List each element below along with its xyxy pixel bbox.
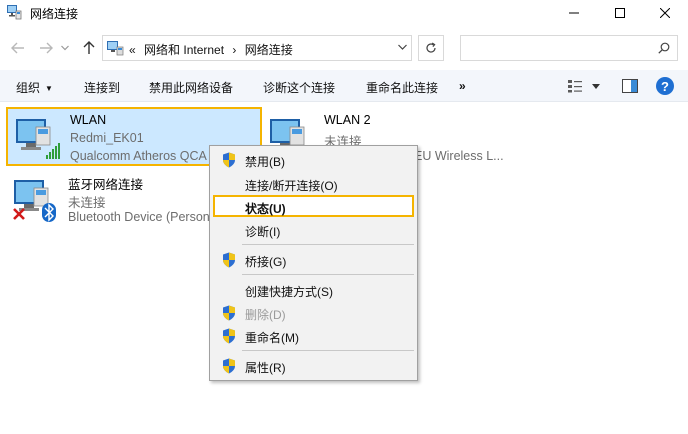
more-commands-button[interactable]: » <box>459 79 466 93</box>
menu-item-diagnose[interactable]: 诊断(I) <box>212 219 415 241</box>
menu-item-label: 重命名(M) <box>245 331 299 345</box>
maximize-icon <box>615 8 625 18</box>
arrow-up-icon <box>83 41 95 54</box>
connection-device: Qualcomm Atheros QCA <box>70 149 207 163</box>
breadcrumb-network-internet[interactable]: 网络和 Internet <box>144 43 224 57</box>
uac-shield-icon <box>223 358 235 374</box>
uac-shield-icon <box>223 152 235 168</box>
refresh-icon <box>426 42 436 53</box>
connect-to-button[interactable]: 连接到 <box>84 79 120 96</box>
menu-item-label: 禁用(B) <box>245 155 285 169</box>
bluetooth-adapter-icon <box>13 180 56 222</box>
menu-item-disable[interactable]: 禁用(B) <box>212 149 415 171</box>
connection-status: Redmi_EK01 <box>70 131 144 145</box>
menu-item-label: 连接/断开连接(O) <box>245 179 338 193</box>
breadcrumb: « 网络和 Internet › 网络连接 <box>129 41 298 58</box>
view-options-dropdown[interactable] <box>592 76 600 96</box>
close-icon <box>660 8 670 18</box>
recent-locations-button[interactable] <box>58 38 72 58</box>
help-button[interactable]: ? <box>656 77 674 95</box>
menu-item-label: 诊断(I) <box>245 225 281 239</box>
organize-menu[interactable]: 组织 ▼ <box>16 79 53 96</box>
control-panel-icon <box>107 41 124 56</box>
address-row: « 网络和 Internet › 网络连接 <box>0 30 688 66</box>
address-bar[interactable]: « 网络和 Internet › 网络连接 <box>102 35 412 61</box>
organize-label: 组织 <box>16 81 41 95</box>
connection-item-bluetooth[interactable]: 蓝牙网络连接 未连接 Bluetooth Device (Person <box>6 170 216 230</box>
arrow-right-icon <box>40 42 53 54</box>
menu-item-create-shortcut[interactable]: 创建快捷方式(S) <box>212 279 415 301</box>
uac-shield-icon <box>223 305 235 321</box>
breadcrumb-separator[interactable]: › <box>232 43 236 57</box>
connection-name: WLAN 2 <box>324 113 371 127</box>
details-view-icon <box>568 80 582 93</box>
connection-name: WLAN <box>70 113 107 127</box>
diagnose-button[interactable]: 诊断这个连接 <box>263 79 335 96</box>
connection-device: EU Wireless L... <box>414 149 504 163</box>
connection-status: 未连接 <box>68 196 106 210</box>
wifi-adapter-icon <box>16 119 60 159</box>
disable-device-button[interactable]: 禁用此网络设备 <box>149 79 233 96</box>
uac-shield-icon <box>223 252 235 268</box>
breadcrumb-network-connections[interactable]: 网络连接 <box>245 43 293 57</box>
menu-item-connect-disconnect[interactable]: 连接/断开连接(O) <box>212 173 415 195</box>
up-button[interactable] <box>79 38 99 58</box>
refresh-button[interactable] <box>418 35 444 61</box>
menu-item-label: 桥接(G) <box>245 255 287 269</box>
network-connections-icon <box>7 5 22 20</box>
chevron-down-icon[interactable] <box>398 44 407 50</box>
uac-shield-icon <box>223 328 235 344</box>
maximize-button[interactable] <box>597 0 643 26</box>
menu-item-label: 创建快捷方式(S) <box>245 285 333 299</box>
menu-item-label: 属性(R) <box>245 361 286 375</box>
title-bar: 网络连接 <box>0 0 688 26</box>
forward-button[interactable] <box>36 38 56 58</box>
back-button[interactable] <box>8 38 28 58</box>
menu-item-rename[interactable]: 重命名(M) <box>212 325 415 347</box>
window-title: 网络连接 <box>30 7 79 21</box>
minimize-icon <box>569 12 579 14</box>
preview-pane-button[interactable] <box>622 76 638 96</box>
menu-item-properties[interactable]: 属性(R) <box>212 355 415 377</box>
connection-device: Bluetooth Device (Person <box>68 210 210 224</box>
menu-separator <box>242 350 414 351</box>
context-menu: 禁用(B) 连接/断开连接(O) 状态(U) 诊断(I) 桥接(G) 创建快捷方… <box>209 145 418 381</box>
connection-name: 蓝牙网络连接 <box>68 178 144 192</box>
preview-pane-icon <box>622 79 638 93</box>
minimize-button[interactable] <box>551 0 597 26</box>
close-button[interactable] <box>642 0 688 26</box>
arrow-left-icon <box>11 42 24 54</box>
change-view-button[interactable] <box>567 76 583 96</box>
menu-item-label: 状态(U) <box>245 202 286 216</box>
search-icon <box>658 42 670 54</box>
menu-item-status[interactable]: 状态(U) <box>213 195 414 217</box>
chevron-down-icon <box>61 45 69 51</box>
rename-button[interactable]: 重命名此连接 <box>366 79 438 96</box>
caret-down-icon: ▼ <box>45 84 53 93</box>
caret-down-icon <box>592 83 600 89</box>
breadcrumb-overflow[interactable]: « <box>129 43 136 57</box>
menu-item-delete[interactable]: 删除(D) <box>212 302 415 324</box>
menu-separator <box>242 274 414 275</box>
command-bar: 组织 ▼ 连接到 禁用此网络设备 诊断这个连接 重命名此连接 » ? <box>0 70 688 102</box>
menu-item-bridge[interactable]: 桥接(G) <box>212 249 415 271</box>
menu-item-label: 删除(D) <box>245 308 286 322</box>
menu-separator <box>242 244 414 245</box>
search-box[interactable] <box>460 35 678 61</box>
